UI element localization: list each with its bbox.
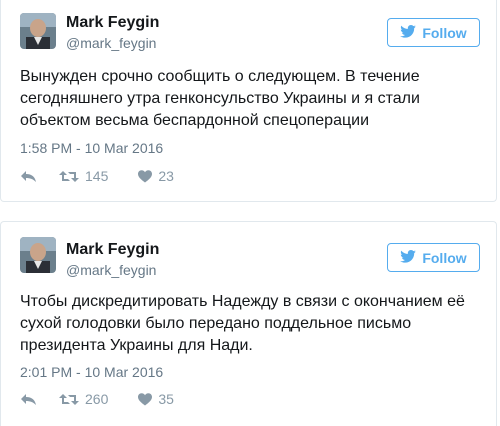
tweet-actions: 260 35 — [20, 391, 174, 407]
like-count: 23 — [158, 168, 174, 184]
follow-label: Follow — [422, 24, 467, 41]
author-name[interactable]: Mark Feygin — [66, 241, 159, 259]
like-button[interactable]: 35 — [138, 391, 174, 407]
retweet-button[interactable]: 260 — [59, 391, 108, 407]
heart-icon — [138, 392, 153, 406]
avatar[interactable] — [20, 13, 56, 49]
twitter-bird-icon — [400, 24, 417, 41]
follow-button[interactable]: Follow — [387, 243, 480, 272]
tweet-timestamp[interactable]: 1:58 PM - 10 Mar 2016 — [20, 140, 163, 156]
reply-button[interactable] — [20, 393, 37, 406]
twitter-bird-icon — [400, 249, 417, 266]
tweet-timestamp[interactable]: 2:01 PM - 10 Mar 2016 — [20, 364, 163, 380]
reply-icon — [20, 170, 37, 183]
tweet-text: Вынужден срочно сообщить о следующем. В … — [20, 68, 420, 129]
heart-icon — [138, 169, 153, 183]
reply-icon — [20, 393, 37, 406]
follow-button[interactable]: Follow — [387, 18, 480, 47]
retweet-icon — [59, 170, 79, 183]
author-handle[interactable]: @mark_feygin — [66, 35, 156, 51]
retweet-count: 260 — [85, 391, 109, 407]
author-handle[interactable]: @mark_feygin — [66, 262, 156, 278]
reply-button[interactable] — [20, 170, 37, 183]
tweet-text: Чтобы дискредитировать Надежду в связи с… — [20, 293, 465, 354]
retweet-icon — [59, 393, 79, 406]
avatar[interactable] — [20, 237, 56, 273]
like-count: 35 — [158, 391, 174, 407]
tweet-actions: 145 23 — [20, 168, 174, 184]
follow-label: Follow — [422, 249, 467, 266]
retweet-count: 145 — [85, 168, 109, 184]
author-name[interactable]: Mark Feygin — [66, 14, 159, 32]
retweet-button[interactable]: 145 — [59, 168, 108, 184]
like-button[interactable]: 23 — [138, 168, 174, 184]
